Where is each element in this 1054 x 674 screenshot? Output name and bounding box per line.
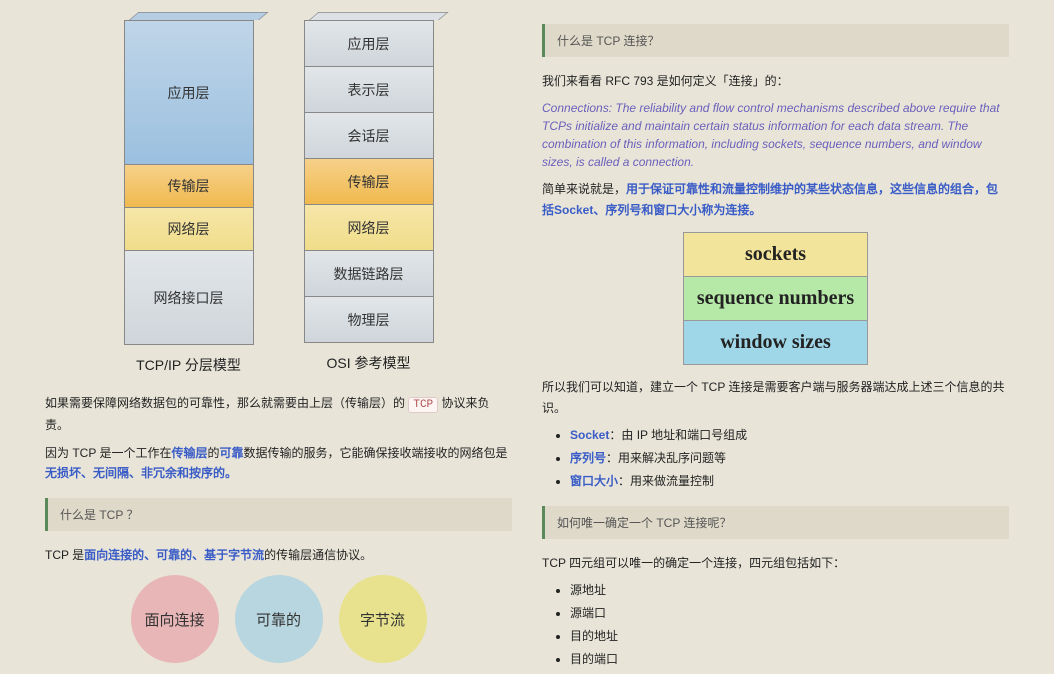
osi-layer-presentation: 表示层: [304, 66, 434, 113]
osi-layer-app: 应用层: [304, 20, 434, 67]
osi-stack: 应用层 表示层 会话层 传输层 网络层 数据链路层 物理层 OSI 参考模型: [304, 10, 434, 375]
circle-reliable: 可靠的: [235, 575, 323, 663]
list-item: 源端口: [570, 604, 1009, 623]
circle-connection-oriented: 面向连接: [131, 575, 219, 663]
fig-seqnums: sequence numbers: [684, 277, 867, 321]
tcpip-layer-network: 网络层: [124, 207, 254, 251]
list-item: Socket：由 IP 地址和端口号组成: [570, 426, 1009, 445]
circle-byte-stream: 字节流: [339, 575, 427, 663]
para-tcp-def: TCP 是面向连接的、可靠的、基于字节流的传输层通信协议。: [45, 545, 512, 565]
heading-unique-conn: 如何唯一确定一个 TCP 连接呢？: [542, 506, 1009, 539]
osi-layer-network: 网络层: [304, 204, 434, 251]
heading-what-is-tcp: 什么是 TCP ？: [45, 498, 512, 531]
tcp-code-tag: TCP: [408, 397, 438, 413]
tcpip-layer-app: 应用层: [124, 20, 254, 165]
tcpip-stack: 应用层 传输层 网络层 网络接口层 TCP/IP 分层模型: [124, 10, 254, 375]
heading-what-is-tcp-conn: 什么是 TCP 连接？: [542, 24, 1009, 57]
para-transport: 因为 TCP 是一个工作在传输层的可靠数据传输的服务，它能确保接收端接收的网络包…: [45, 443, 512, 484]
osi-layer-transport: 传输层: [304, 158, 434, 205]
para-consensus: 所以我们可以知道，建立一个 TCP 连接是需要客户端与服务器端达成上述三个信息的…: [542, 377, 1009, 418]
osi-layer-datalink: 数据链路层: [304, 250, 434, 297]
left-column: 应用层 传输层 网络层 网络接口层 TCP/IP 分层模型 应用层 表示层 会话…: [45, 0, 512, 674]
connection-figure: sockets sequence numbers window sizes: [683, 232, 868, 365]
fig-sockets: sockets: [684, 233, 867, 277]
rfc-quote: Connections: The reliability and flow co…: [542, 99, 1009, 171]
para-simple: 简单来说就是，用于保证可靠性和流量控制维护的某些状态信息，这些信息的组合，包括S…: [542, 179, 1009, 220]
osi-layer-physical: 物理层: [304, 296, 434, 343]
four-tuple-list: 源地址 源端口 目的地址 目的端口: [542, 581, 1009, 670]
tcpip-layer-interface: 网络接口层: [124, 250, 254, 345]
tcpip-label: TCP/IP 分层模型: [124, 355, 254, 375]
osi-layer-session: 会话层: [304, 112, 434, 159]
right-column: 什么是 TCP 连接？ 我们来看看 RFC 793 是如何定义「连接」的： Co…: [542, 0, 1009, 674]
layer-models-figure: 应用层 传输层 网络层 网络接口层 TCP/IP 分层模型 应用层 表示层 会话…: [45, 10, 512, 375]
para-rfc-intro: 我们来看看 RFC 793 是如何定义「连接」的：: [542, 71, 1009, 91]
osi-label: OSI 参考模型: [304, 353, 434, 373]
list-item: 源地址: [570, 581, 1009, 600]
list-item: 目的地址: [570, 627, 1009, 646]
tcp-properties-circles: 面向连接 可靠的 字节流: [45, 575, 512, 663]
fig-winsizes: window sizes: [684, 321, 867, 364]
list-item: 序列号：用来解决乱序问题等: [570, 449, 1009, 468]
list-item: 目的端口: [570, 650, 1009, 669]
list-item: 窗口大小：用来做流量控制: [570, 472, 1009, 491]
para-reliability: 如果需要保障网络数据包的可靠性，那么就需要由上层（传输层）的 TCP 协议来负责…: [45, 393, 512, 435]
tcpip-layer-transport: 传输层: [124, 164, 254, 208]
conn-info-list: Socket：由 IP 地址和端口号组成 序列号：用来解决乱序问题等 窗口大小：…: [542, 426, 1009, 492]
para-four-tuple: TCP 四元组可以唯一的确定一个连接，四元组包括如下：: [542, 553, 1009, 573]
